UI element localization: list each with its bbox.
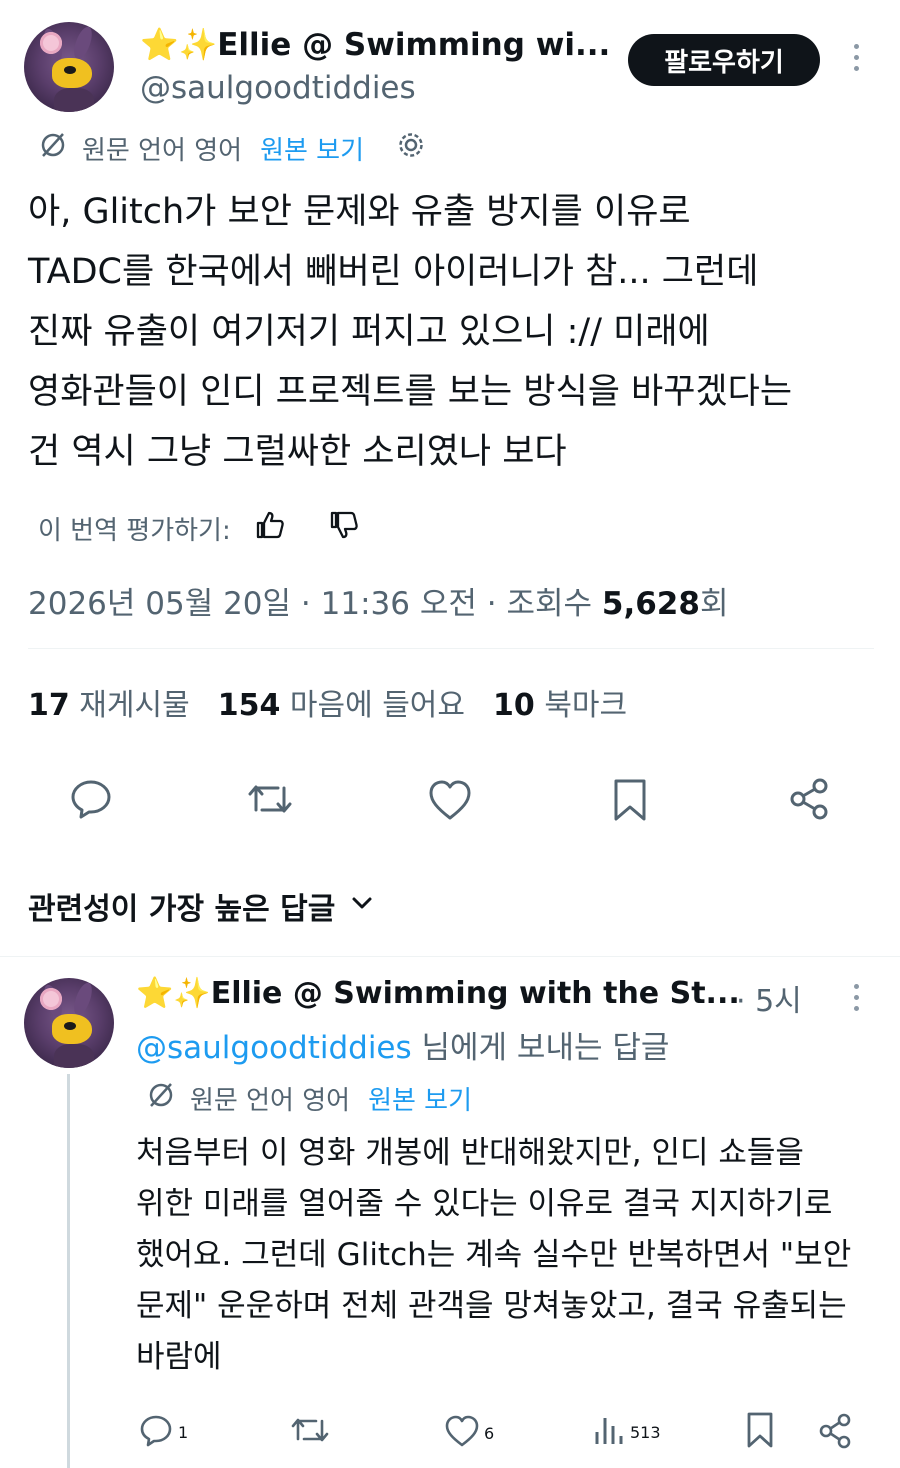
- reply-share-button[interactable]: [816, 1412, 854, 1454]
- reposts-label: 재게시물: [79, 688, 190, 723]
- tweet-body-line: 진짜 유출이 여기저기 퍼지고 있으니 :// 미래에: [28, 312, 710, 352]
- engagement-stats: 17 재게시물 154 마음에 들어요 10 북마크: [28, 680, 627, 724]
- thumbs-up-icon[interactable]: [253, 508, 287, 549]
- views-label: 조회수: [506, 586, 593, 622]
- reply-views-button[interactable]: 513: [592, 1412, 661, 1452]
- replying-to: @saulgoodtiddies 님에게 보내는 답글: [136, 1022, 669, 1067]
- bookmarks-label: 북마크: [544, 688, 628, 723]
- reply-body-line: 처음부터 이 영화 개봉에 반대해왔지만, 인디 쇼들을: [136, 1135, 804, 1171]
- tweet-body-line: 영화관들이 인디 프로젝트를 보는 방식을 바꾸겠다는: [28, 372, 793, 412]
- reposts-stat[interactable]: 17 재게시물: [28, 680, 190, 724]
- tweet-body-line: 건 역시 그냥 그럴싸한 소리였나 보다: [28, 432, 567, 472]
- follow-button[interactable]: 팔로우하기: [628, 34, 820, 86]
- bookmark-icon: [744, 1410, 776, 1454]
- thumbs-down-icon[interactable]: [327, 508, 361, 549]
- reply-timestamp[interactable]: · 5시: [736, 976, 802, 1020]
- likes-stat[interactable]: 154 마음에 들어요: [218, 680, 465, 724]
- reply-avatar[interactable]: [24, 978, 114, 1068]
- like-heart-icon: [444, 1414, 480, 1452]
- rate-translation-row: 이 번역 평가하기:: [38, 508, 361, 549]
- views-count: 5,628: [601, 586, 700, 622]
- views-suffix: 회: [699, 586, 729, 622]
- view-original-link[interactable]: 원본 보기: [368, 1080, 472, 1117]
- tweet-time[interactable]: 11:36 오전: [321, 586, 477, 622]
- separator-dot: ·: [486, 586, 507, 622]
- chevron-down-icon: [349, 889, 375, 924]
- repost-icon[interactable]: [246, 776, 294, 822]
- original-language-label: 원문 언어 영어: [82, 136, 243, 166]
- views-count: 513: [630, 1422, 661, 1442]
- reply-translation-row: 원문 언어 영어 원본 보기: [146, 1080, 472, 1117]
- avatar-eye: [64, 1022, 76, 1030]
- translate-icon: [38, 130, 68, 167]
- avatar-flower: [40, 32, 62, 54]
- reply-icon[interactable]: [68, 776, 114, 822]
- tweet-meta: 2026년 05월 20일 · 11:36 오전 · 조회수 5,628회: [28, 578, 728, 623]
- thread-line: [67, 1074, 70, 1468]
- display-name[interactable]: ⭐✨Ellie @ Swimming wi...: [140, 26, 610, 63]
- view-original-link[interactable]: 원본 보기: [260, 130, 364, 167]
- reply-reply-button[interactable]: 1: [138, 1412, 188, 1452]
- reply-body-line: 문제" 운운하며 전체 관객을 망쳐놓았고, 결국 유출되는: [136, 1288, 847, 1324]
- reply-like-button[interactable]: 6: [444, 1414, 494, 1452]
- likes-count: 154: [217, 688, 281, 723]
- translate-icon: [146, 1080, 176, 1117]
- reply-body-line: 바람에: [136, 1339, 222, 1375]
- repost-icon: [290, 1412, 330, 1452]
- reply-count: 1: [178, 1422, 189, 1442]
- reply-more-options-icon[interactable]: [850, 984, 862, 1011]
- bookmark-icon[interactable]: [610, 776, 650, 824]
- avatar[interactable]: [24, 22, 114, 112]
- handle[interactable]: @saulgoodtiddies: [140, 70, 416, 106]
- like-heart-icon[interactable]: [427, 778, 473, 822]
- avatar-ear: [70, 980, 96, 1018]
- avatar-body: [54, 1044, 94, 1068]
- rate-translation-label: 이 번역 평가하기:: [38, 516, 231, 546]
- bookmarks-stat[interactable]: 10 북마크: [493, 680, 627, 724]
- share-icon: [816, 1412, 854, 1454]
- translation-row: 원문 언어 영어 원본 보기: [38, 130, 426, 167]
- divider: [28, 648, 874, 649]
- avatar-flower: [40, 988, 62, 1010]
- likes-label: 마음에 들어요: [289, 688, 466, 723]
- bookmarks-count: 10: [493, 688, 535, 723]
- share-icon[interactable]: [786, 776, 832, 822]
- settings-gear-icon[interactable]: [396, 130, 426, 167]
- tweet-date[interactable]: 2026년 05월 20일: [28, 586, 291, 622]
- reply-repost-button[interactable]: [290, 1412, 330, 1452]
- reply-icon: [138, 1412, 174, 1452]
- separator-dot: ·: [300, 586, 321, 622]
- reply-bookmark-button[interactable]: [744, 1410, 776, 1454]
- reply-to-handle[interactable]: @saulgoodtiddies: [136, 1030, 412, 1066]
- tweet-body-line: TADC를 한국에서 빼버린 아이러니가 참... 그런데: [28, 252, 759, 292]
- reply-display-name[interactable]: ⭐✨Ellie @ Swimming with the St...: [136, 976, 740, 1011]
- avatar-body: [54, 88, 94, 112]
- reply-body-line: 위한 미래를 열어줄 수 있다는 이유로 결국 지지하기로: [136, 1186, 833, 1222]
- like-count: 6: [484, 1423, 495, 1443]
- divider: [0, 956, 900, 957]
- reposts-count: 17: [28, 688, 70, 723]
- more-options-icon[interactable]: [850, 44, 862, 71]
- reply-body: 처음부터 이 영화 개봉에 반대해왔지만, 인디 쇼들을 위한 미래를 열어줄 …: [136, 1128, 886, 1383]
- reply-body-line: 했어요. 그런데 Glitch는 계속 실수만 반복하면서 "보안: [136, 1237, 852, 1273]
- avatar-eye: [64, 66, 76, 74]
- avatar-ear: [70, 24, 96, 62]
- original-language-label: 원문 언어 영어: [190, 1086, 351, 1116]
- views-chart-icon: [592, 1412, 626, 1452]
- tweet-body-line: 아, Glitch가 보안 문제와 유출 방지를 이유로: [28, 192, 691, 232]
- sort-replies-dropdown[interactable]: 관련성이 가장 높은 답글: [28, 884, 375, 928]
- sort-label: 관련성이 가장 높은 답글: [28, 892, 336, 927]
- tweet-body: 아, Glitch가 보안 문제와 유출 방지를 이유로 TADC를 한국에서 …: [28, 182, 878, 482]
- reply-to-suffix: 님에게 보내는 답글: [411, 1030, 670, 1066]
